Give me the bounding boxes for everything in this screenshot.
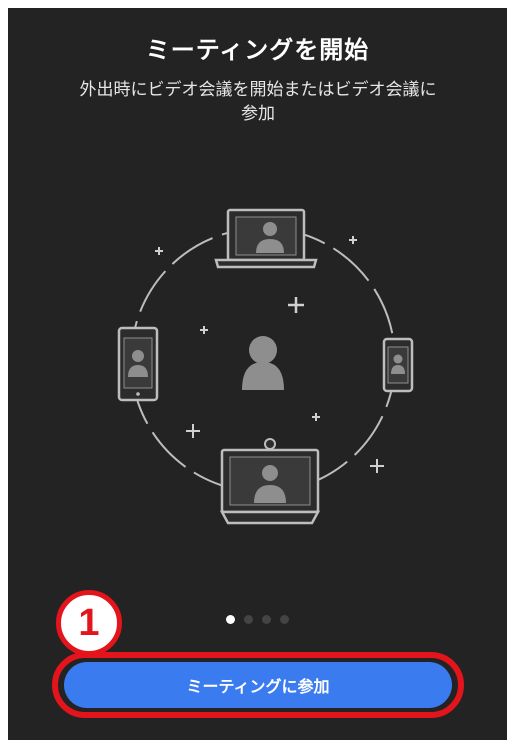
plus-icon [370, 459, 384, 473]
plus-icon [312, 413, 320, 421]
plus-icon [288, 297, 304, 313]
join-meeting-button[interactable]: ミーティングに参加 [64, 662, 452, 708]
plus-icon [186, 424, 200, 438]
laptop-icon [214, 208, 318, 269]
page-dot[interactable] [262, 615, 271, 624]
page-subtitle: 外出時にビデオ会議を開始またはビデオ会議に参加 [79, 80, 437, 124]
room-system-icon [219, 438, 321, 525]
annotation-step-badge: 1 [56, 590, 122, 656]
page-title: ミーティングを開始 [145, 36, 370, 64]
page-dot-active[interactable] [226, 615, 235, 624]
user-icon [242, 336, 284, 390]
page-dot[interactable] [280, 615, 289, 624]
plus-icon [200, 326, 208, 334]
meeting-illustration [117, 208, 414, 525]
page-indicator [226, 615, 289, 625]
plus-icon [349, 236, 357, 244]
phone-icon [382, 337, 414, 393]
tablet-icon [117, 326, 159, 402]
page-dot[interactable] [244, 615, 253, 624]
plus-icon [155, 247, 163, 255]
